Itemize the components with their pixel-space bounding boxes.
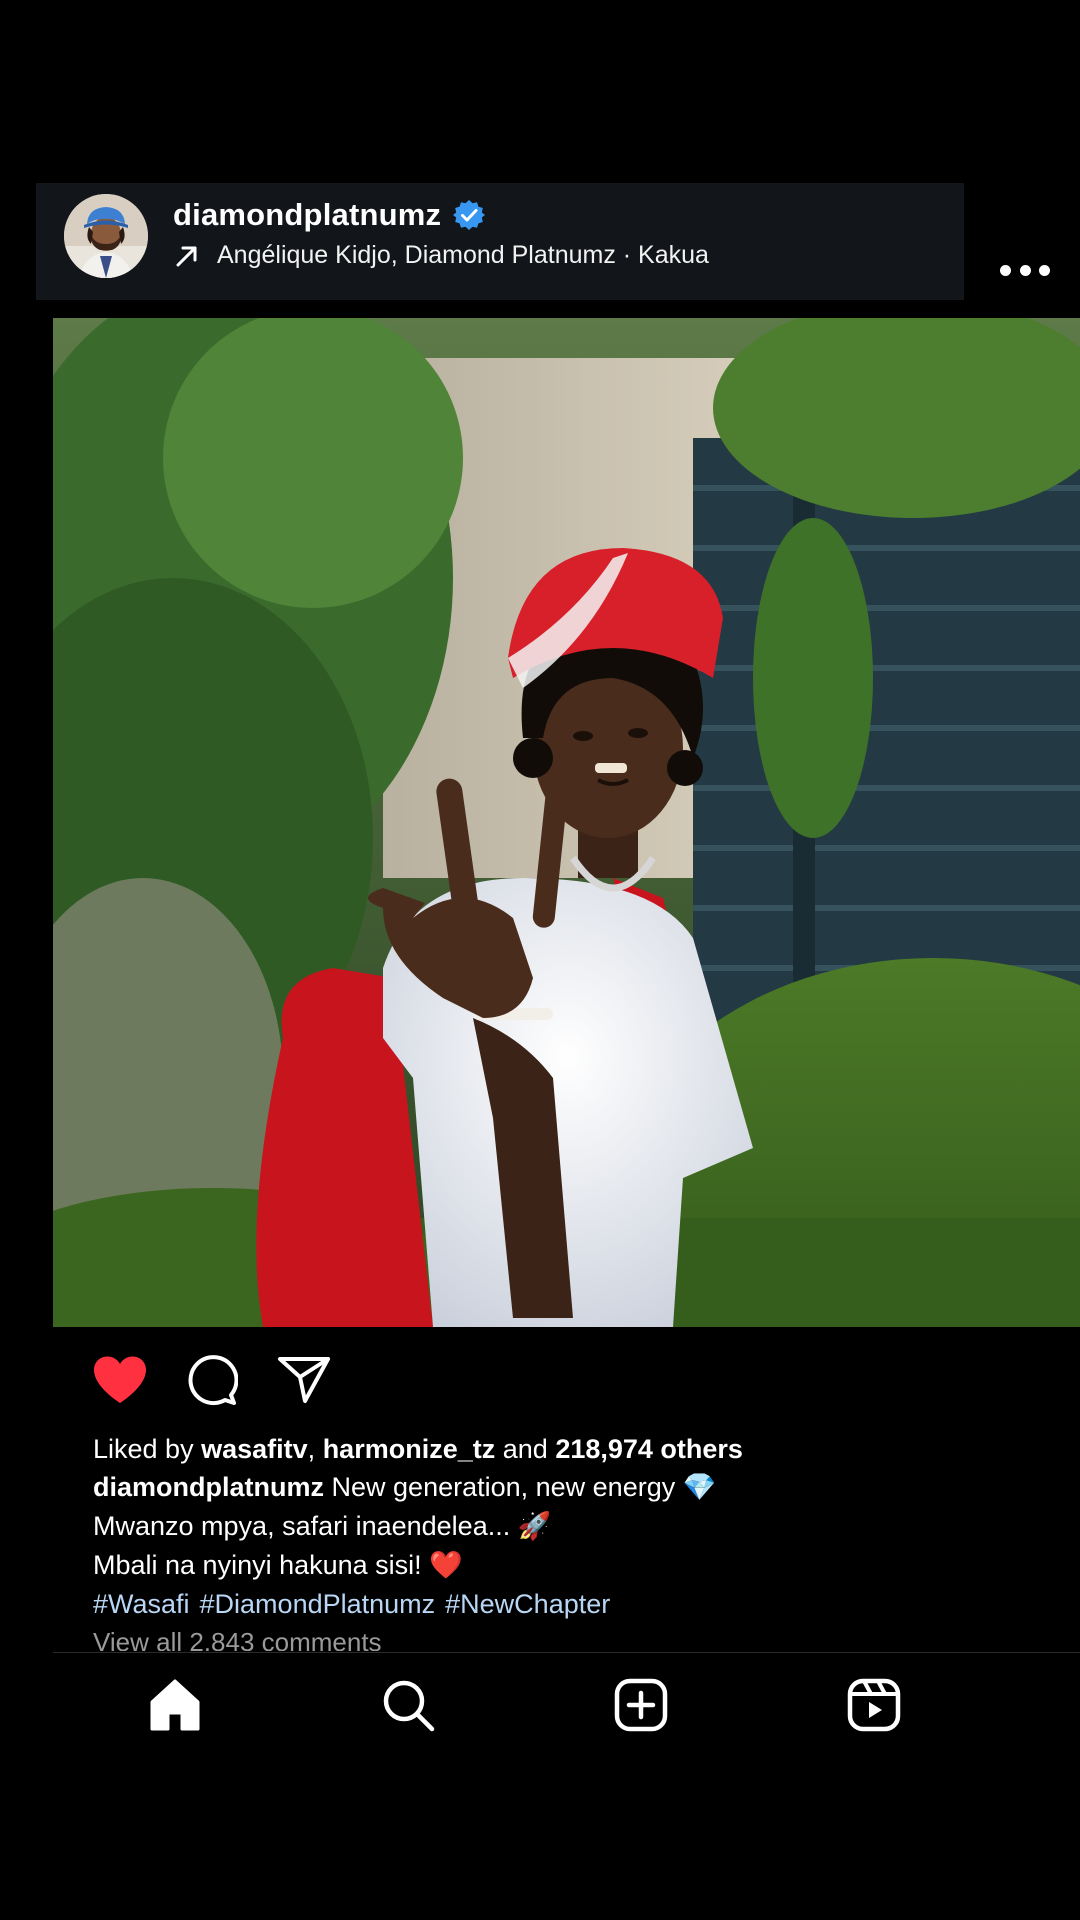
likes-and-text: and <box>502 1434 548 1464</box>
liker-username[interactable]: harmonize_tz <box>323 1434 496 1464</box>
arrow-up-right-icon <box>173 242 201 270</box>
post-actions <box>92 1354 332 1411</box>
search-icon <box>381 1678 435 1737</box>
create-post-icon <box>614 1678 668 1737</box>
caption-text: New generation, new energy <box>331 1472 676 1502</box>
caption-line-1: diamondplatnumz New generation, new ener… <box>93 1468 1053 1507</box>
comment-icon <box>186 1354 239 1411</box>
post-username[interactable]: diamondplatnumz <box>173 197 441 233</box>
send-icon <box>277 1355 331 1410</box>
liked-by-prefix: Liked by <box>93 1434 194 1464</box>
caption-line-2: Mwanzo mpya, safari inaendelea... 🚀 <box>93 1507 1053 1546</box>
post-caption-block: Liked by wasafitv, harmonize_tz and 218,… <box>93 1430 1053 1651</box>
music-text: Angélique Kidjo, Diamond Platnumz · Kaku… <box>217 241 709 269</box>
nav-reels[interactable] <box>844 1677 904 1737</box>
hashtag-link[interactable]: #NewChapter <box>445 1589 610 1619</box>
nav-create[interactable] <box>611 1677 671 1737</box>
ellipsis-icon[interactable] <box>1000 258 1050 282</box>
likes-count[interactable]: 218,974 others <box>555 1434 743 1464</box>
nav-search[interactable] <box>378 1677 438 1737</box>
liker-username[interactable]: wasafitv <box>201 1434 308 1464</box>
caption-text: Mwanzo mpya, safari inaendelea... <box>93 1511 511 1541</box>
music-attribution[interactable]: Angélique Kidjo, Diamond Platnumz · Kaku… <box>173 241 709 270</box>
comment-button[interactable] <box>184 1354 240 1411</box>
bottom-nav <box>0 1653 1080 1763</box>
verified-badge-icon <box>453 199 486 231</box>
caption-text: Mbali na nyinyi hakuna sisi! <box>93 1550 422 1580</box>
caption-author[interactable]: diamondplatnumz <box>93 1472 324 1502</box>
gem-emoji: 💎 <box>682 1472 717 1503</box>
heart-emoji: ❤️ <box>429 1550 463 1581</box>
rocket-emoji: 🚀 <box>517 1511 552 1542</box>
likes-separator: , <box>307 1434 316 1464</box>
like-button[interactable] <box>92 1356 148 1408</box>
share-button[interactable] <box>276 1356 332 1408</box>
likes-line[interactable]: Liked by wasafitv, harmonize_tz and 218,… <box>93 1430 1053 1468</box>
instagram-post-screen: diamondplatnumz Angélique Kidjo, Diamond… <box>0 0 1080 1920</box>
nav-home[interactable] <box>145 1677 205 1737</box>
username-row: diamondplatnumz <box>173 197 486 233</box>
reels-icon <box>847 1678 901 1737</box>
post-header: diamondplatnumz Angélique Kidjo, Diamond… <box>36 183 964 300</box>
home-icon <box>148 1678 202 1737</box>
view-all-comments-link[interactable]: View all 2,843 comments <box>93 1623 1053 1651</box>
caption-line-3: Mbali na nyinyi hakuna sisi! ❤️ <box>93 1546 1053 1585</box>
post-image[interactable] <box>53 318 1080 1327</box>
hashtag-link[interactable]: #DiamondPlatnumz <box>200 1589 436 1619</box>
hashtags: #Wasafi #DiamondPlatnumz #NewChapter <box>93 1585 1053 1623</box>
hashtag-link[interactable]: #Wasafi <box>93 1589 190 1619</box>
heart-filled-icon <box>92 1355 148 1410</box>
avatar[interactable] <box>64 194 148 278</box>
